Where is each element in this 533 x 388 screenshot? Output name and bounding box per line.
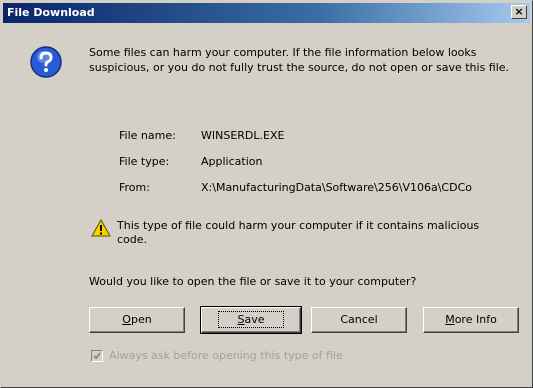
close-icon: × xyxy=(514,5,524,18)
checkmark-icon xyxy=(93,352,101,360)
open-mnemonic: O xyxy=(122,313,131,326)
warning-message: This type of file could harm your comput… xyxy=(117,219,480,246)
save-button[interactable]: Save xyxy=(200,306,302,334)
always-ask-checkbox[interactable] xyxy=(91,350,103,362)
intro-message: Some files can harm your computer. If th… xyxy=(89,46,510,74)
question-text: Would you like to open the file or save … xyxy=(89,275,417,288)
more-info-label: ore Info xyxy=(454,313,497,326)
file-name-value: WINSERDL.EXE xyxy=(201,129,285,142)
more-info-mnemonic: M xyxy=(445,313,455,326)
file-from-value: X:\ManufacturingData\Software\256\V106a\… xyxy=(201,181,472,194)
always-ask-row: Always ask before opening this type of f… xyxy=(91,349,343,362)
file-type-row: File type: Application xyxy=(119,155,262,168)
more-info-button[interactable]: More Info xyxy=(423,307,519,333)
file-type-value: Application xyxy=(201,155,263,168)
window-title: File Download xyxy=(7,6,95,19)
save-label: ave xyxy=(244,313,265,326)
file-name-row: File name: WINSERDL.EXE xyxy=(119,129,284,142)
open-label: pen xyxy=(130,313,152,326)
close-button[interactable]: × xyxy=(511,5,527,19)
title-bar[interactable]: File Download × xyxy=(3,3,530,23)
file-from-label: From: xyxy=(119,181,150,194)
file-from-row: From: X:\ManufacturingData\Software\256\V… xyxy=(119,181,472,194)
cancel-button[interactable]: Cancel xyxy=(311,307,407,333)
warning-icon xyxy=(91,219,111,237)
file-type-label: File type: xyxy=(119,155,170,168)
file-download-dialog: File Download × Some files can harm your… xyxy=(0,0,533,388)
always-ask-label: Always ask before opening this type of f… xyxy=(109,349,343,362)
file-name-label: File name: xyxy=(119,129,176,142)
open-button[interactable]: Open xyxy=(89,307,185,333)
question-icon xyxy=(30,46,62,78)
save-focus: Save xyxy=(218,311,284,328)
